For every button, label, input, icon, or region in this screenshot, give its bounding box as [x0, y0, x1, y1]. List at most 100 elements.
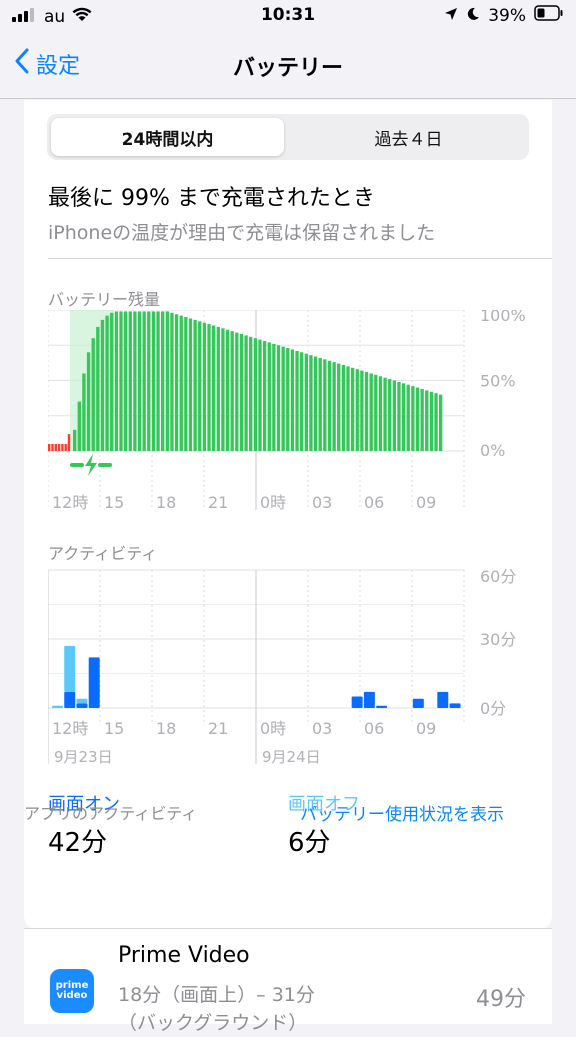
battery-bar — [295, 350, 299, 451]
screen-off-value: 6分 — [288, 828, 331, 858]
battery-bar — [253, 338, 258, 451]
status-bar: au 10:31 39% — [0, 0, 576, 32]
activity-bar-screen-on — [351, 696, 363, 708]
battery-bar — [96, 326, 100, 451]
activity-label: アクティビティ — [48, 544, 158, 563]
app-usage-detail: 18分（画面上）– 31分 （バックグラウンド） — [118, 981, 315, 1037]
battery-bar — [137, 311, 142, 451]
y-tick-label: 30分 — [480, 630, 516, 649]
x-tick-label: 15 — [104, 493, 124, 512]
battery-level-label: バッテリー残量 — [48, 290, 161, 309]
battery-bar-low — [48, 443, 51, 451]
x-tick-label: 12時 — [52, 719, 88, 738]
app-usage-line1: 18分（画面上）– 31分 — [118, 984, 315, 1006]
battery-bar — [82, 373, 86, 451]
app-icon-line2: video — [56, 990, 88, 1001]
battery-bar — [142, 311, 146, 451]
battery-bar — [198, 321, 202, 451]
x-tick-label: 09 — [416, 493, 436, 512]
battery-bar — [128, 311, 132, 451]
battery-bar — [401, 383, 406, 451]
x-tick-label: 06 — [364, 493, 384, 512]
battery-bar — [207, 324, 211, 451]
activity-bar-screen-on — [376, 705, 388, 708]
battery-bar — [258, 339, 262, 451]
battery-bar — [100, 319, 105, 451]
battery-bar — [411, 386, 415, 451]
battery-bar — [147, 311, 151, 451]
app-name: Prime Video — [118, 943, 250, 968]
screen-on-value: 42分 — [48, 828, 108, 858]
activity-bar-screen-on — [363, 691, 375, 708]
navigation-bar: 設定 バッテリー — [0, 40, 576, 90]
app-activity-header: アプリのアクティビティ バッテリー使用状況を表示 — [24, 800, 504, 825]
last-charge-title: 最後に 99% まで充電されたとき — [48, 186, 375, 211]
date-label: 9月24日 — [262, 748, 321, 766]
battery-bar — [151, 311, 156, 451]
activity-bar-screen-on — [64, 691, 76, 708]
battery-bar — [193, 319, 197, 451]
battery-bar — [388, 379, 392, 451]
battery-bar — [290, 349, 295, 451]
battery-percent: 39% — [488, 5, 526, 26]
battery-bar — [425, 390, 429, 451]
battery-bar — [114, 311, 119, 451]
battery-bar — [327, 360, 332, 451]
battery-bar — [221, 328, 225, 451]
segment-4days[interactable]: 過去４日 — [292, 118, 525, 156]
battery-bar — [286, 348, 290, 451]
show-battery-usage-link[interactable]: バッテリー使用状況を表示 — [300, 800, 504, 825]
battery-bar — [300, 352, 304, 451]
prime-video-app-icon: prime video — [50, 969, 94, 1013]
battery-bar-low — [64, 443, 67, 451]
battery-bar — [369, 373, 373, 451]
battery-bar — [374, 374, 378, 451]
y-tick-label: 50% — [480, 372, 516, 391]
activity-chart: 60分 30分 0分 12時 15 18 21 0時 03 06 09 9月23日 9月24日 — [48, 567, 516, 766]
activity-bar-screen-on — [437, 691, 449, 708]
battery-bar — [364, 372, 369, 451]
charging-indicator-icon — [70, 454, 112, 476]
battery-bar — [211, 325, 216, 451]
page-title: バッテリー — [232, 56, 343, 81]
battery-bar — [355, 369, 359, 451]
y-tick-label: 0% — [480, 441, 505, 460]
nav-divider — [0, 98, 576, 99]
date-label: 9月23日 — [54, 748, 113, 766]
battery-bar — [91, 338, 95, 451]
x-tick-label: 0時 — [260, 493, 286, 512]
battery-bar — [216, 326, 220, 451]
battery-bar — [110, 312, 114, 451]
x-tick-label: 03 — [312, 493, 332, 512]
battery-bar — [156, 311, 160, 451]
battery-bar — [244, 335, 248, 451]
last-charge-subtitle: iPhoneの温度が理由で充電は保留されました — [48, 222, 436, 244]
battery-bar — [378, 376, 383, 451]
battery-bar — [161, 311, 165, 451]
battery-bar — [304, 353, 308, 451]
status-right: 39% — [444, 5, 564, 26]
battery-bar — [392, 380, 397, 451]
app-usage-line2: （バックグラウンド） — [118, 1012, 308, 1034]
location-arrow-icon — [444, 6, 458, 26]
battery-bar — [350, 367, 355, 451]
segment-24h[interactable]: 24時間以内 — [51, 118, 284, 156]
app-activity-label: アプリのアクティビティ — [24, 804, 198, 823]
battery-bar — [170, 312, 174, 451]
battery-bar — [429, 391, 434, 451]
battery-bar — [188, 318, 193, 451]
battery-bar — [235, 332, 239, 451]
x-tick-label: 0時 — [260, 719, 286, 738]
battery-bar-low — [67, 434, 71, 451]
time-range-segmented-control: 24時間以内 過去４日 — [47, 114, 529, 160]
battery-bar — [309, 355, 313, 451]
activity-bar-screen-off — [76, 698, 88, 704]
activity-bar-screen-on — [88, 657, 100, 708]
app-row-prime-video[interactable]: prime video Prime Video 18分（画面上）– 31分 （バ… — [24, 929, 552, 1034]
x-tick-label: 06 — [364, 719, 384, 738]
battery-bar — [179, 315, 183, 451]
battery-bar — [332, 362, 336, 451]
battery-bar — [105, 315, 109, 451]
battery-bar — [267, 342, 271, 451]
battery-bar — [439, 394, 443, 451]
